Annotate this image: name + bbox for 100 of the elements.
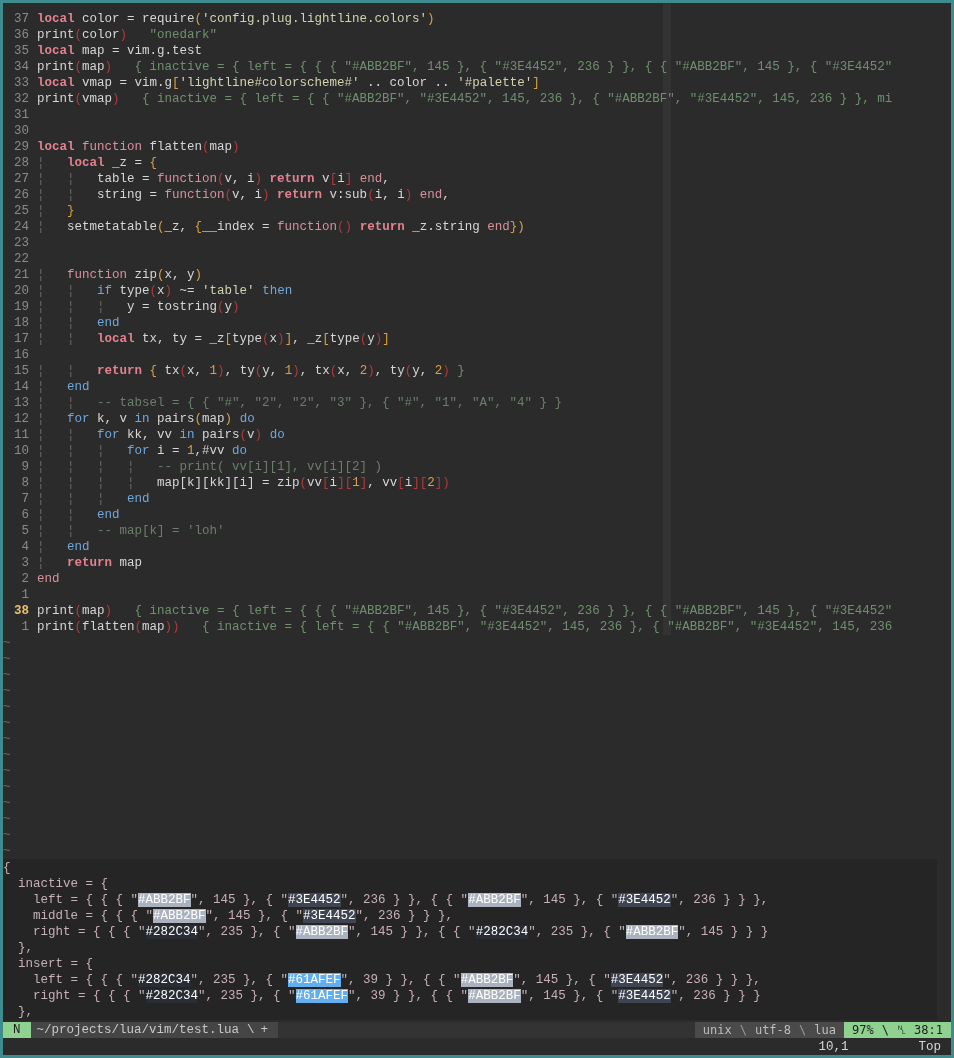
code-line: ¦ ¦ ¦ ¦ map[k][kk][i] = zip(vv[i][1], vv[i][2]) (36, 475, 450, 491)
code-line: ¦ ¦ -- tabsel = { { "#", "2", "2", "3" }, { "#", "1", "A", "4" } } (36, 395, 563, 411)
code-line: ¦ ¦ local tx, ty = _z[type(x)], _z[type(y)] (36, 331, 390, 347)
line-number: 12 (13, 411, 30, 427)
code-line: ¦ ¦ end (36, 315, 120, 331)
segment-separator: \ (881, 1022, 889, 1038)
line-number: 9 (20, 459, 30, 475)
output-line: }, (17, 1004, 33, 1020)
output-line: inactive = { (17, 876, 109, 892)
line-number: 18 (13, 315, 30, 331)
empty-line-marker: ~ (3, 651, 11, 667)
code-line: local color = require('config.plug.lightline.colors') (36, 11, 435, 27)
output-line: middle = { { { "#ABB2BF", 145 }, { "#3E4452", 236 } } }, (32, 908, 454, 924)
status-item: lua (806, 1022, 844, 1038)
code-line: ¦ setmetatable(_z, {__index = function() return _z.string end}) (36, 219, 525, 235)
line-number: 2 (20, 571, 30, 587)
output-line: left = { { { "#282C34", 235 }, { "#61AFEF", 39 } }, { { "#ABB2BF", 145 }, { "#3E4452", 236 } } }, (32, 972, 761, 988)
line-number: 27 (13, 171, 30, 187)
empty-line-marker: ~ (3, 747, 11, 763)
code-line: ¦ end (36, 539, 90, 555)
code-line: ¦ ¦ return { tx(x, 1), ty(y, 1), tx(x, 2), ty(y, 2) } (36, 363, 465, 379)
code-line: ¦ ¦ ¦ for i = 1,#vv do (36, 443, 248, 459)
code-line: ¦ ¦ ¦ y = tostring(y) (36, 299, 240, 315)
line-number: 33 (13, 75, 30, 91)
segment-separator: \ (799, 1022, 807, 1038)
code-line: local vmap = vim.g['lightline#colorscheme#' .. color .. '#palette'] (36, 75, 540, 91)
file-path: ~/projects/lua/vim/test.lua (30, 1022, 244, 1038)
code-line: ¦ ¦ ¦ ¦ -- print( vv[i][1], vv[i][2] ) (36, 459, 383, 475)
line-number: 11 (13, 427, 30, 443)
line-number: 21 (13, 267, 30, 283)
code-line: ¦ local _z = { (36, 155, 158, 171)
status-item: unix (694, 1022, 740, 1038)
line-number: 38 (13, 603, 30, 619)
line-number: 34 (13, 59, 30, 75)
line-number: 15 (13, 363, 30, 379)
line-number: 23 (13, 235, 30, 251)
line-number: 5 (20, 523, 30, 539)
code-line: ¦ end (36, 379, 90, 395)
line-number: 4 (20, 539, 30, 555)
output-line: }, (17, 940, 33, 956)
code-line: print(map) { inactive = { left = { { { "#ABB2BF", 145 }, { "#3E4452", 236 } }, { { "#ABB2BF", 145 }, { "#3E4452" (36, 603, 893, 619)
line-number: 19 (13, 299, 30, 315)
status-item: ␤ 38:1 (888, 1022, 951, 1038)
empty-line-marker: ~ (3, 683, 11, 699)
line-number: 26 (13, 187, 30, 203)
code-line: ¦ return map (36, 555, 143, 571)
output-line: insert = { (17, 956, 93, 972)
output-line: left = { { { "#ABB2BF", 145 }, { "#3E4452", 236 } }, { { "#ABB2BF", 145 }, { "#3E4452", 236 } } }, (32, 892, 769, 908)
line-number: 35 (13, 43, 30, 59)
cursor-position: 10,1 (818, 1038, 849, 1055)
empty-line-marker: ~ (3, 779, 11, 795)
empty-line-marker: ~ (3, 715, 11, 731)
line-number: 32 (13, 91, 30, 107)
line-number: 16 (13, 347, 30, 363)
empty-line-marker: ~ (3, 843, 11, 859)
empty-line-marker: ~ (3, 811, 11, 827)
empty-line-marker: ~ (3, 827, 11, 843)
line-number: 25 (13, 203, 30, 219)
line-number: 20 (13, 283, 30, 299)
code-line: ¦ ¦ -- map[k] = 'loh' (36, 523, 225, 539)
line-number: 13 (13, 395, 30, 411)
line-number: 8 (20, 475, 30, 491)
line-number: 3 (20, 555, 30, 571)
line-number: 31 (13, 107, 30, 123)
line-number: 6 (20, 507, 30, 523)
segment-separator: \ (739, 1022, 747, 1038)
empty-line-marker: ~ (3, 763, 11, 779)
line-number: 1 (20, 619, 30, 635)
code-line: ¦ ¦ for kk, vv in pairs(v) do (36, 427, 285, 443)
status-item: utf-8 (746, 1022, 800, 1038)
code-line: ¦ ¦ ¦ end (36, 491, 150, 507)
code-line: ¦ for k, v in pairs(map) do (36, 411, 255, 427)
code-line: end (36, 571, 60, 587)
code-line: ¦ ¦ end (36, 507, 120, 523)
code-line: ¦ function zip(x, y) (36, 267, 203, 283)
line-number: 7 (20, 491, 30, 507)
empty-line-marker: ~ (3, 667, 11, 683)
line-number: 1 (20, 587, 30, 603)
empty-line-marker: ~ (3, 699, 11, 715)
line-number: 10 (13, 443, 30, 459)
code-line: local function flatten(map) (36, 139, 240, 155)
code-line: ¦ ¦ string = function(v, i) return v:sub(i, i) end, (36, 187, 450, 203)
line-number: 24 (13, 219, 30, 235)
empty-line-marker: ~ (3, 731, 11, 747)
line-number: 14 (13, 379, 30, 395)
code-line: ¦ } (36, 203, 75, 219)
line-number: 36 (13, 27, 30, 43)
line-number: 28 (13, 155, 30, 171)
line-number: 17 (13, 331, 30, 347)
scroll-position: Top (918, 1038, 941, 1055)
code-line: ¦ ¦ table = function(v, i) return v[i] end, (36, 171, 390, 187)
code-line: local map = vim.g.test (36, 43, 203, 59)
empty-line-marker: ~ (3, 795, 11, 811)
output-line: right = { { { "#282C34", 235 }, { "#ABB2BF", 145 } }, { { "#282C34", 235 }, { "#ABB2BF", 145 } } } (32, 924, 769, 940)
line-number: 30 (13, 123, 30, 139)
empty-line-marker: ~ (3, 635, 11, 651)
line-number: 37 (13, 11, 30, 27)
path-slash: \ (243, 1022, 259, 1038)
status-item: 97% (843, 1022, 882, 1038)
code-line: ¦ ¦ if type(x) ~= 'table' then (36, 283, 293, 299)
